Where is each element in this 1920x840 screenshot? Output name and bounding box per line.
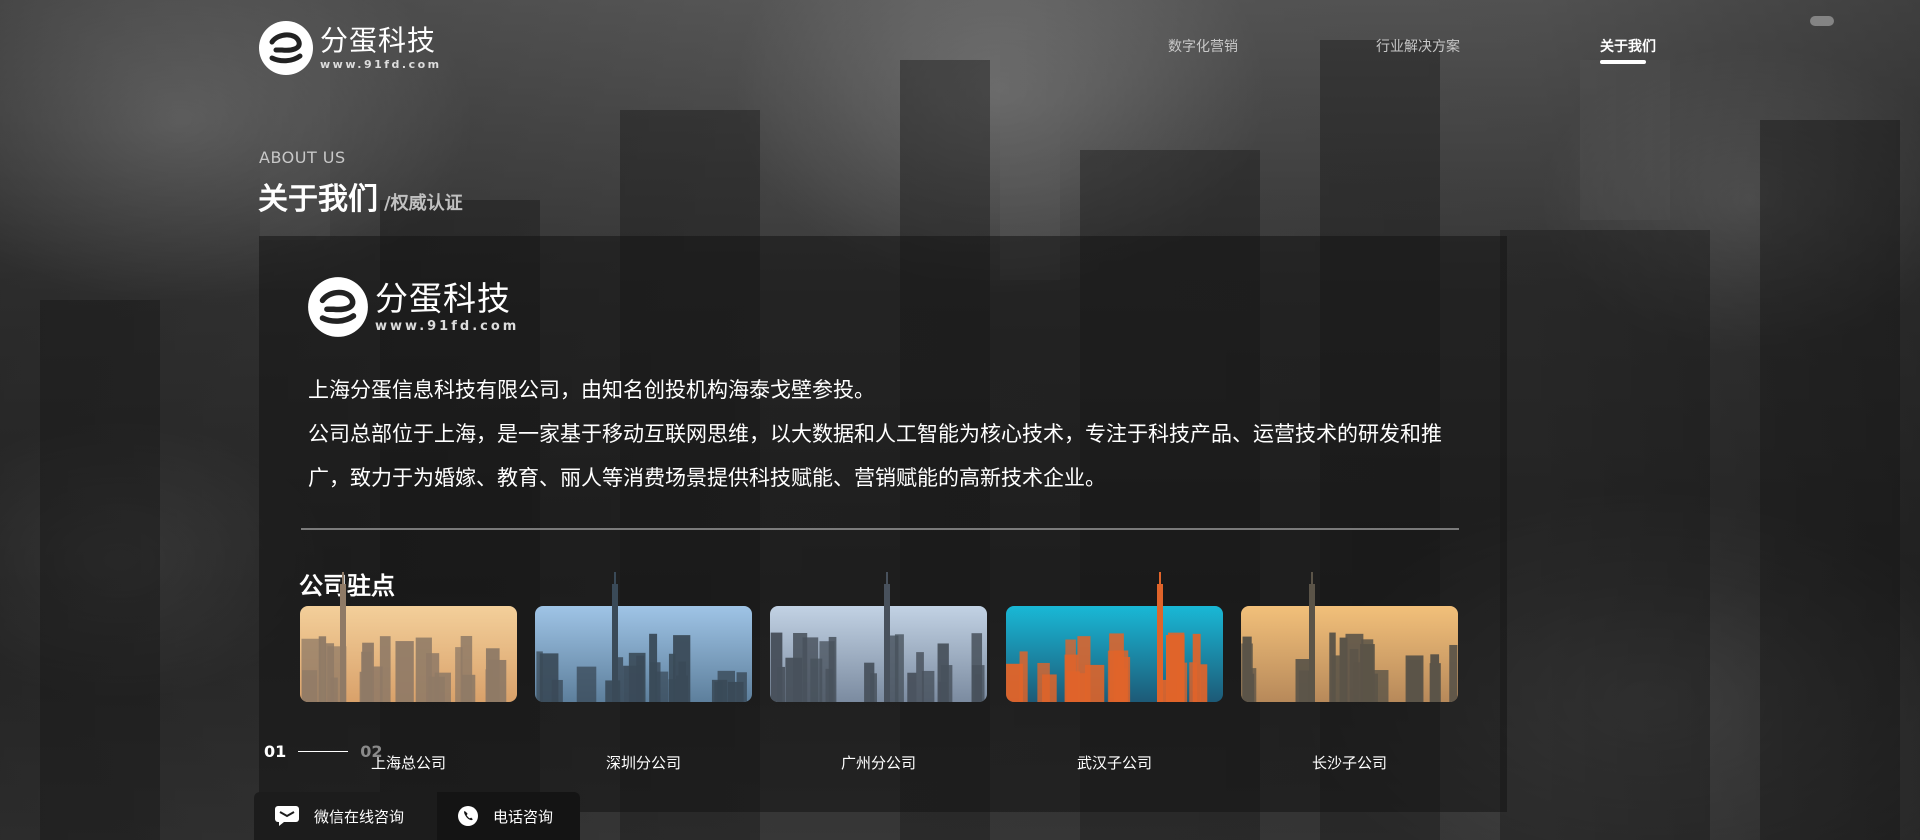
office-name: 广州分公司 xyxy=(840,754,916,772)
office-photo-building xyxy=(655,671,669,702)
office-photo-building xyxy=(536,651,543,702)
office-photo-building xyxy=(487,659,507,702)
office-photo-building xyxy=(1242,636,1252,702)
page-title: 关于我们/权威认证 xyxy=(258,174,463,218)
office-photo-landmark-spire xyxy=(614,572,616,586)
office-photo-building xyxy=(576,666,597,702)
office-photo-wuhan xyxy=(1006,572,1223,702)
office-photo-building xyxy=(894,634,904,702)
page-title-text: 关于我们 xyxy=(258,182,378,217)
office-photo-landmark-spire xyxy=(1159,572,1161,586)
office-photo-building xyxy=(1407,659,1422,702)
office-photo-building xyxy=(1200,664,1208,702)
office-photo-building xyxy=(777,666,786,702)
office-photo-building xyxy=(1113,650,1129,702)
office-photo-building xyxy=(1042,674,1057,702)
about-card: 分蛋科技 www.91fd.com 上海分蛋信息科技有限公司，由知名创投机构海泰… xyxy=(259,236,1507,812)
nav-item-about-us[interactable]: 关于我们 xyxy=(1600,36,1656,64)
office-photo-building xyxy=(301,670,318,702)
office-name: 武汉子公司 xyxy=(1076,754,1152,772)
phone-icon xyxy=(458,806,478,826)
office-photo-building xyxy=(1429,663,1441,702)
card-brand-name: 分蛋科技 xyxy=(375,278,511,318)
pager-current[interactable]: 01 xyxy=(264,742,286,761)
pager-progress-line xyxy=(298,751,349,752)
office-list: 上海总公司 深圳分公司 广州分公司 武汉子公司 长沙子公司 xyxy=(300,572,1470,786)
office-photo-building xyxy=(1064,654,1079,702)
company-intro: 上海分蛋信息科技有限公司，由知名创投机构海泰戈壁参投。 公司总部位于上海，是一家… xyxy=(308,368,1468,500)
brand-name: 分蛋科技 xyxy=(320,23,437,57)
office-photo-building xyxy=(971,633,983,702)
divider xyxy=(301,528,1459,530)
office-photo-building xyxy=(636,655,645,702)
card-brand-url: www.91fd.com xyxy=(375,318,520,334)
office-photo-building xyxy=(1006,663,1023,702)
brand-logo[interactable]: 分蛋科技 www.91fd.com xyxy=(258,20,442,76)
office-photo-building xyxy=(668,653,676,702)
office-photo-landmark-spire xyxy=(886,572,888,586)
corner-indicator xyxy=(1810,16,1834,26)
office-photo-landmark-tower xyxy=(340,584,346,702)
office-photo-landmark-tower xyxy=(1309,584,1315,702)
office-photo-building xyxy=(676,675,688,702)
page-subtitle: /权威认证 xyxy=(384,193,463,214)
office-photo-building xyxy=(551,679,563,702)
office-photo-shenzhen xyxy=(535,572,752,702)
site-header: 分蛋科技 www.91fd.com 数字化营销 行业解决方案 关于我们 xyxy=(0,0,1920,90)
office-photo-building xyxy=(434,672,451,702)
office-photo-building xyxy=(870,673,877,702)
office-photo-landmark-spire xyxy=(1311,572,1313,586)
office-photo-building xyxy=(371,666,383,702)
office-photo-landmark-tower xyxy=(1157,584,1163,702)
message-icon xyxy=(275,806,299,826)
office-photo-guangzhou xyxy=(770,572,987,702)
nav-item-about-us-label: 关于我们 xyxy=(1600,39,1656,55)
office-photo-building xyxy=(916,652,924,702)
contact-bar: 微信在线咨询 电话咨询 xyxy=(254,792,580,840)
wechat-consult-button[interactable]: 微信在线咨询 xyxy=(254,792,437,840)
intro-paragraph: 公司总部位于上海，是一家基于移动互联网思维，以大数据和人工智能为核心技术，专注于… xyxy=(308,422,1442,490)
office-photo-changsha xyxy=(1241,572,1458,702)
nav-item-industry-solutions[interactable]: 行业解决方案 xyxy=(1376,36,1460,56)
slide-pager: 01 02 xyxy=(264,742,383,761)
phone-consult-button[interactable]: 电话咨询 xyxy=(437,792,580,840)
section-eyebrow: ABOUT US xyxy=(259,148,346,167)
office-photo-landmark-tower xyxy=(884,584,890,702)
wechat-consult-label: 微信在线咨询 xyxy=(314,807,405,826)
office-photo-building xyxy=(717,670,736,702)
office-photo-building xyxy=(1085,664,1105,702)
office-photo-building xyxy=(793,632,808,702)
office-name: 深圳分公司 xyxy=(605,754,681,772)
office-photo-building xyxy=(359,671,372,702)
office-photo-building xyxy=(395,641,414,702)
office-photo-shanghai xyxy=(300,572,517,702)
office-photo-building xyxy=(462,674,476,702)
nav-item-digital-marketing[interactable]: 数字化营销 xyxy=(1168,36,1238,56)
office-photo-building xyxy=(1167,632,1185,702)
pager-next[interactable]: 02 xyxy=(360,742,382,761)
office-photo-building xyxy=(1329,632,1336,702)
office-photo-building xyxy=(1345,633,1364,702)
brand-url: www.91fd.com xyxy=(320,57,442,71)
office-photo-landmark-spire xyxy=(342,572,344,586)
nav-active-indicator xyxy=(1600,60,1646,64)
offices-title: 公司驻点 xyxy=(299,572,395,600)
card-brand-logo: 分蛋科技 www.91fd.com xyxy=(307,276,519,338)
office-photo-building xyxy=(1192,633,1201,702)
brand-logo-icon xyxy=(259,21,313,75)
office-name: 长沙子公司 xyxy=(1311,754,1387,772)
intro-paragraph: 上海分蛋信息科技有限公司，由知名创投机构海泰戈壁参投。 xyxy=(308,378,875,402)
office-photo-building xyxy=(940,665,953,702)
office-photo-building xyxy=(819,641,835,702)
office-photo-building xyxy=(1449,644,1458,702)
office-photo-landmark-tower xyxy=(612,584,618,702)
office-photo-building xyxy=(907,672,917,702)
phone-consult-label: 电话咨询 xyxy=(493,807,554,826)
card-brand-logo-icon xyxy=(308,277,368,337)
